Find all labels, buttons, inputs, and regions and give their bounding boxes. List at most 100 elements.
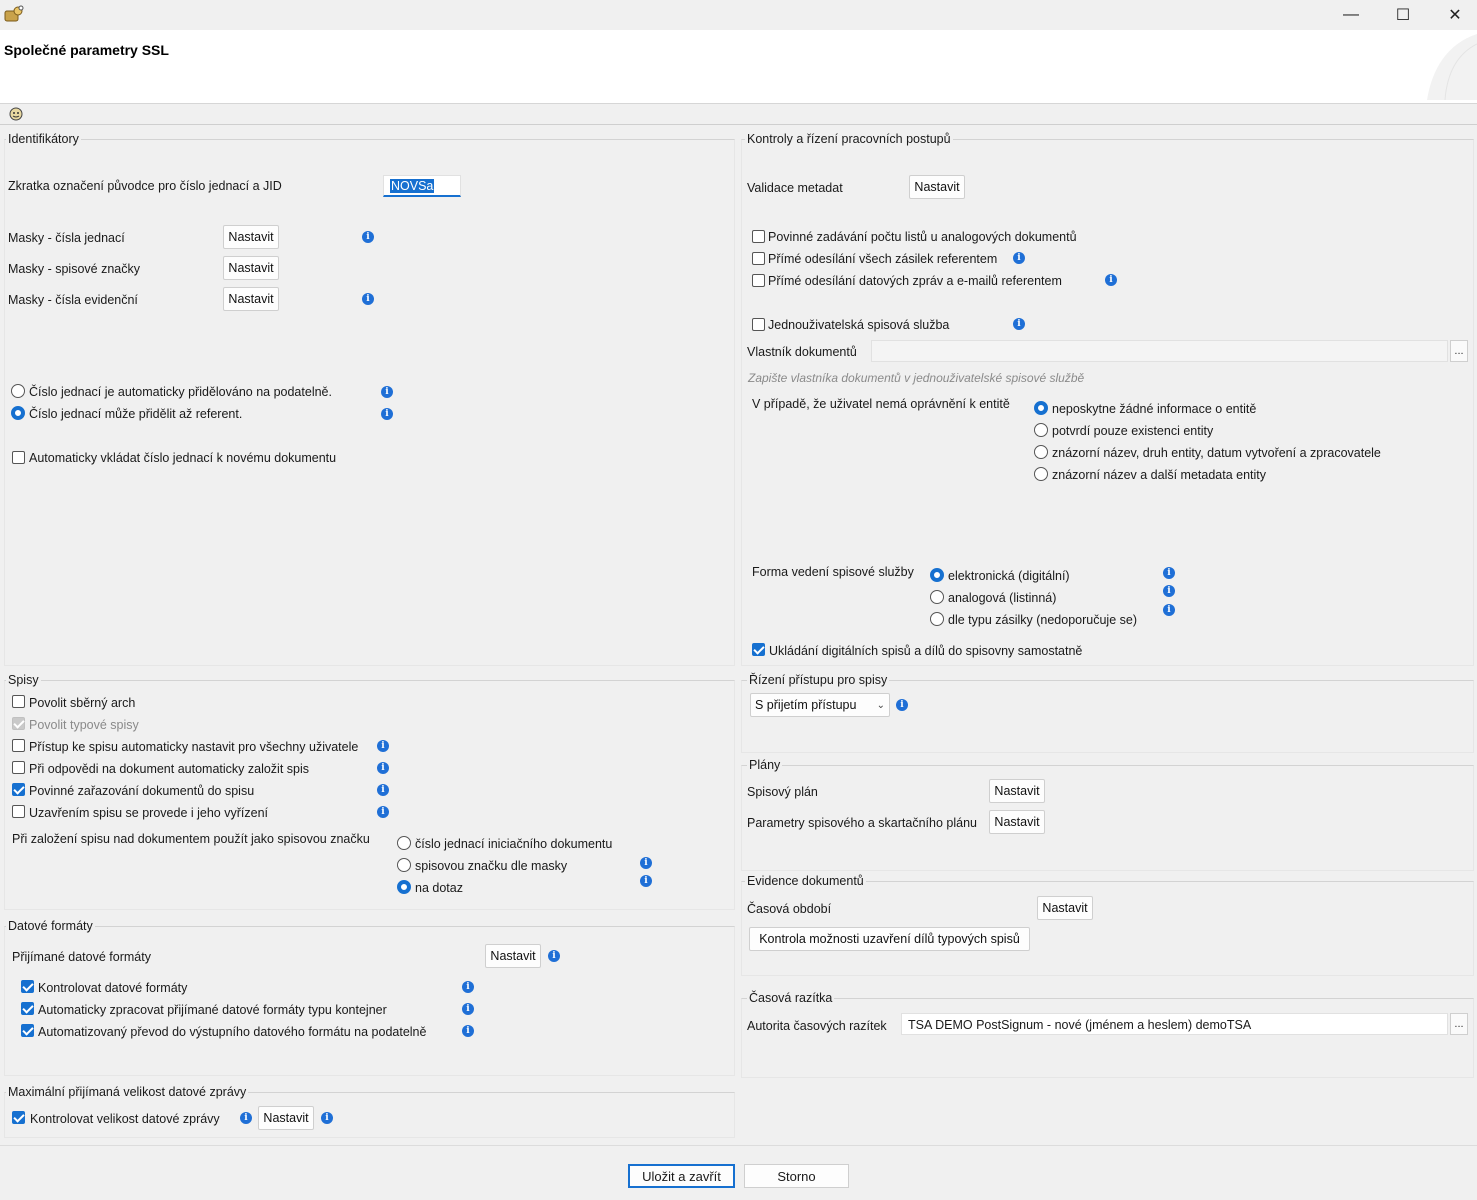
- dialog-header: [0, 30, 1477, 104]
- masky-ce-label: Masky - čísla evidenční: [8, 293, 138, 307]
- info-icon[interactable]: i: [381, 408, 393, 420]
- validace-label: Validace metadat: [747, 181, 843, 195]
- info-icon[interactable]: i: [377, 806, 389, 818]
- kontrola-dilu-button[interactable]: Kontrola možnosti uzavření dílů typových…: [749, 927, 1030, 951]
- povinne-zarazovani-checkbox[interactable]: [12, 783, 25, 796]
- radio-zalozeni-2[interactable]: [397, 880, 411, 894]
- povinne-zarazovani-label: Povinné zařazování dokumentů do spisu: [29, 784, 255, 798]
- info-icon[interactable]: i: [462, 981, 474, 993]
- spisovy-plan-button[interactable]: Nastavit: [989, 779, 1045, 803]
- info-icon[interactable]: i: [640, 875, 652, 887]
- max-velikost-button[interactable]: Nastavit: [258, 1106, 314, 1130]
- jednouzivatelska-checkbox[interactable]: [752, 318, 765, 331]
- info-icon[interactable]: i: [1013, 252, 1025, 264]
- masky-sz-button[interactable]: Nastavit: [223, 256, 279, 280]
- prime-zasilky-checkbox[interactable]: [752, 252, 765, 265]
- autorita-browse-button[interactable]: ...: [1450, 1013, 1468, 1035]
- prevod-checkbox[interactable]: [21, 1024, 34, 1037]
- radio-cj-podatelna-label: Číslo jednací je automaticky přidělováno…: [29, 385, 332, 399]
- info-icon[interactable]: i: [362, 231, 374, 243]
- group-max-velikost-title: Maximální přijímaná velikost datové zprá…: [6, 1085, 249, 1099]
- kontrolovat-formaty-checkbox[interactable]: [21, 980, 34, 993]
- typove-spisy-checkbox[interactable]: [12, 717, 25, 730]
- radio-forma-0[interactable]: [930, 568, 944, 582]
- group-rizeni-pristupu-title: Řízení přístupu pro spisy: [747, 673, 890, 687]
- ukladani-checkbox[interactable]: [752, 643, 765, 656]
- zkratka-input[interactable]: NOVSa: [383, 175, 461, 197]
- radio-zalozeni-1[interactable]: [397, 858, 411, 872]
- info-icon[interactable]: i: [640, 857, 652, 869]
- radio-cj-podatelna[interactable]: [11, 384, 25, 398]
- info-icon[interactable]: i: [362, 293, 374, 305]
- odpoved-spis-checkbox[interactable]: [12, 761, 25, 774]
- radio-opravneni-3[interactable]: [1034, 467, 1048, 481]
- info-icon[interactable]: i: [1163, 585, 1175, 597]
- pristup-spisu-checkbox[interactable]: [12, 739, 25, 752]
- save-close-button[interactable]: Uložit a zavřít: [628, 1164, 735, 1188]
- auto-insert-checkbox[interactable]: [12, 451, 25, 464]
- info-icon[interactable]: i: [1105, 274, 1117, 286]
- prijimane-formaty-button[interactable]: Nastavit: [485, 944, 541, 968]
- zalozeni-label: Při založení spisu nad dokumentem použít…: [12, 832, 370, 846]
- povinne-listy-label: Povinné zadávání počtu listů u analogový…: [768, 230, 1077, 244]
- close-button[interactable]: ✕: [1432, 0, 1477, 30]
- radio-cj-referent[interactable]: [11, 406, 25, 420]
- radio-forma-1[interactable]: [930, 590, 944, 604]
- kontrolovat-velikost-checkbox[interactable]: [12, 1111, 25, 1124]
- info-icon[interactable]: i: [377, 740, 389, 752]
- cancel-button[interactable]: Storno: [744, 1164, 849, 1188]
- kontejner-checkbox[interactable]: [21, 1002, 34, 1015]
- autorita-input[interactable]: TSA DEMO PostSignum - nové (jménem a hes…: [901, 1013, 1448, 1035]
- info-icon[interactable]: i: [240, 1112, 252, 1124]
- radio-forma-1-label: analogová (listinná): [948, 591, 1057, 605]
- casova-obdobi-button[interactable]: Nastavit: [1037, 896, 1093, 920]
- group-datove-formaty-title: Datové formáty: [6, 919, 95, 933]
- group-identifikatory: [4, 139, 735, 666]
- info-icon[interactable]: i: [896, 699, 908, 711]
- radio-opravneni-1[interactable]: [1034, 423, 1048, 437]
- autorita-label: Autorita časových razítek: [747, 1019, 887, 1033]
- masky-ce-button[interactable]: Nastavit: [223, 287, 279, 311]
- info-icon[interactable]: i: [321, 1112, 333, 1124]
- masky-cj-button[interactable]: Nastavit: [223, 225, 279, 249]
- vlastnik-browse-button[interactable]: ...: [1450, 340, 1468, 362]
- autorita-value: TSA DEMO PostSignum - nové (jménem a hes…: [908, 1018, 1252, 1032]
- vlastnik-input[interactable]: [871, 340, 1448, 362]
- validace-button[interactable]: Nastavit: [909, 175, 965, 199]
- toolbar: [0, 105, 1477, 125]
- help-icon[interactable]: [8, 107, 24, 121]
- parametry-plan-button[interactable]: Nastavit: [989, 810, 1045, 834]
- info-icon[interactable]: i: [462, 1025, 474, 1037]
- group-casova-razitka: [741, 998, 1474, 1078]
- group-spisy-title: Spisy: [6, 673, 41, 687]
- maximize-button[interactable]: ☐: [1380, 0, 1426, 30]
- info-icon[interactable]: i: [377, 762, 389, 774]
- prime-zpravy-checkbox[interactable]: [752, 274, 765, 287]
- minimize-button[interactable]: —: [1328, 0, 1374, 30]
- radio-opravneni-2[interactable]: [1034, 445, 1048, 459]
- sberny-arch-checkbox[interactable]: [12, 695, 25, 708]
- prevod-label: Automatizovaný převod do výstupního dato…: [38, 1025, 427, 1039]
- rizeni-pristupu-select[interactable]: S přijetím přístupu ⌄: [750, 693, 890, 717]
- radio-zalozeni-0[interactable]: [397, 836, 411, 850]
- info-icon[interactable]: i: [1013, 318, 1025, 330]
- zkratka-label: Zkratka označení původce pro číslo jedna…: [8, 179, 282, 193]
- odpoved-spis-label: Při odpovědi na dokument automaticky zal…: [29, 762, 310, 776]
- uzavreni-spisu-checkbox[interactable]: [12, 805, 25, 818]
- info-icon[interactable]: i: [1163, 567, 1175, 579]
- info-icon[interactable]: i: [381, 386, 393, 398]
- info-icon[interactable]: i: [548, 950, 560, 962]
- app-icon: [4, 5, 24, 22]
- radio-opravneni-0[interactable]: [1034, 401, 1048, 415]
- povinne-listy-checkbox[interactable]: [752, 230, 765, 243]
- masky-sz-label: Masky - spisové značky: [8, 262, 140, 276]
- radio-forma-2[interactable]: [930, 612, 944, 626]
- info-icon[interactable]: i: [377, 784, 389, 796]
- window-titlebar: [0, 0, 1477, 30]
- group-evidence-title: Evidence dokumentů: [745, 874, 866, 888]
- radio-forma-2-label: dle typu zásilky (nedoporučuje se): [948, 613, 1137, 627]
- radio-opravneni-1-label: potvrdí pouze existenci entity: [1052, 424, 1214, 438]
- radio-zalozeni-2-label: na dotaz: [415, 881, 463, 895]
- info-icon[interactable]: i: [462, 1003, 474, 1015]
- info-icon[interactable]: i: [1163, 604, 1175, 616]
